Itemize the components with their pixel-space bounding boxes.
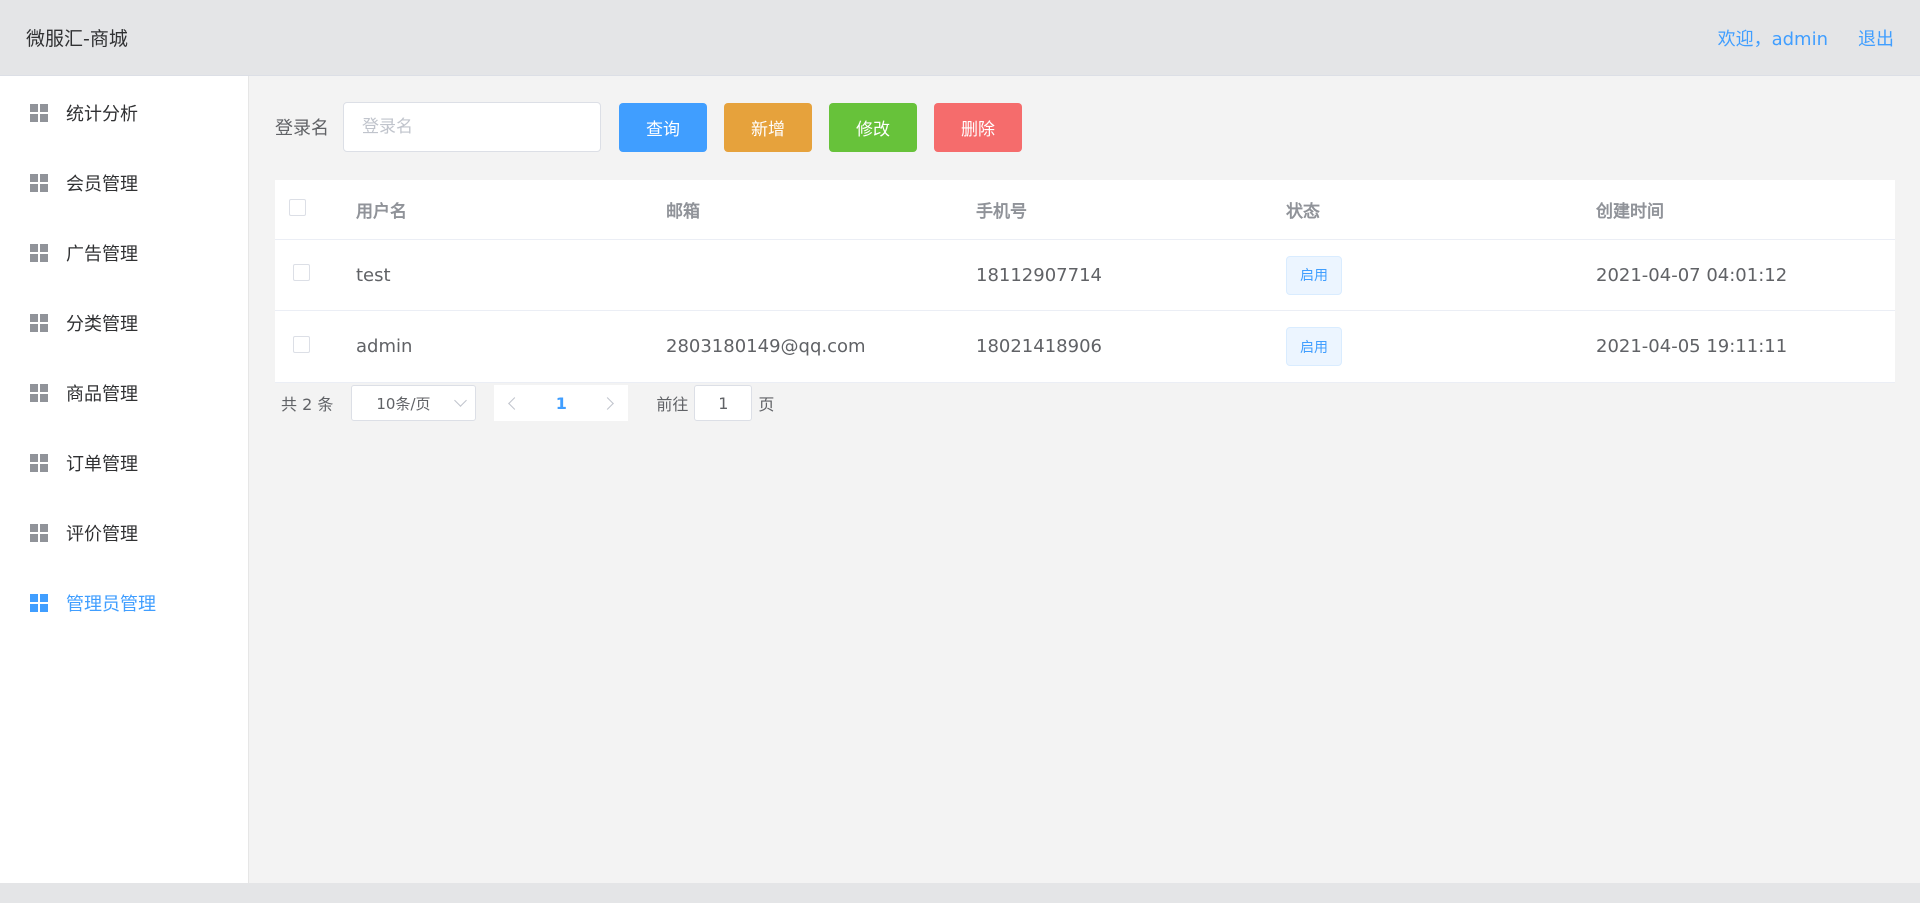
pager: 1 xyxy=(494,385,629,421)
column-header-status: 状态 xyxy=(1286,202,1320,222)
grid-icon xyxy=(30,244,48,262)
status-badge: 启用 xyxy=(1286,327,1342,366)
sidebar-item-ads[interactable]: 广告管理 xyxy=(0,218,248,288)
goto-suffix: 页 xyxy=(758,395,775,414)
sidebar-item-categories[interactable]: 分类管理 xyxy=(0,288,248,358)
column-header-created: 创建时间 xyxy=(1596,202,1664,222)
row-select-cell xyxy=(275,335,356,358)
sidebar-item-label: 广告管理 xyxy=(66,244,138,265)
sidebar-item-label: 分类管理 xyxy=(66,314,138,335)
sidebar-item-label: 订单管理 xyxy=(66,454,138,475)
cell-status: 启用 xyxy=(1286,327,1596,366)
sidebar-item-label: 评价管理 xyxy=(66,524,138,545)
login-name-label: 登录名 xyxy=(275,118,329,139)
welcome-user-link[interactable]: 欢迎，admin xyxy=(1718,25,1828,51)
edit-button[interactable]: 修改 xyxy=(829,102,917,152)
sidebar-item-label: 商品管理 xyxy=(66,384,138,405)
chevron-down-icon xyxy=(454,394,468,407)
logout-link[interactable]: 退出 xyxy=(1858,25,1894,51)
cell-phone: 18112907714 xyxy=(976,264,1102,286)
cell-phone: 18021418906 xyxy=(976,336,1102,357)
column-header-email: 邮箱 xyxy=(666,202,700,222)
page-size-value: 10条/页 xyxy=(376,394,431,413)
main-content: 登录名 查询 新增 修改 删除 用户名 邮箱 手机号 状态 创建时间 xyxy=(249,76,1920,883)
add-button[interactable]: 新增 xyxy=(724,102,812,152)
page-size-select[interactable]: 10条/页 xyxy=(351,385,477,421)
brand-title: 微服汇-商城 xyxy=(26,28,128,50)
app-root: 微服汇-商城 欢迎，admin 退出 统计分析 会员管理 广告管理 分类管理 商… xyxy=(0,0,1920,903)
goto-prefix: 前往 xyxy=(656,395,689,414)
goto-page-input[interactable] xyxy=(694,385,753,421)
page-jumper: 前往 页 xyxy=(656,385,774,421)
sidebar-item-orders[interactable]: 订单管理 xyxy=(0,428,248,498)
pagination-total: 共 2 条 xyxy=(281,395,334,414)
grid-icon xyxy=(30,454,48,472)
row-checkbox[interactable] xyxy=(293,264,310,281)
cell-created: 2021-04-07 04:01:12 xyxy=(1596,264,1788,286)
status-badge: 启用 xyxy=(1286,255,1342,295)
table-row[interactable]: admin 2803180149@qq.com 18021418906 启用 2… xyxy=(275,311,1895,382)
sidebar-item-label: 管理员管理 xyxy=(66,594,156,615)
chevron-right-icon[interactable] xyxy=(601,396,615,410)
column-header-phone: 手机号 xyxy=(976,202,1027,222)
sidebar-item-reviews[interactable]: 评价管理 xyxy=(0,498,248,568)
query-button[interactable]: 查询 xyxy=(619,102,707,152)
header-actions: 欢迎，admin 退出 xyxy=(1718,25,1894,51)
bottom-strip xyxy=(0,883,1920,903)
select-all-checkbox[interactable] xyxy=(289,198,306,216)
table-row[interactable]: test 18112907714 启用 2021-04-07 04:01:12 xyxy=(275,240,1895,311)
top-header: 微服汇-商城 欢迎，admin 退出 xyxy=(0,0,1920,76)
grid-icon xyxy=(30,104,48,122)
cell-status: 启用 xyxy=(1286,255,1596,295)
select-all-cell xyxy=(275,198,356,221)
sidebar-menu: 统计分析 会员管理 广告管理 分类管理 商品管理 订单管理 评价管理 管理员管理 xyxy=(0,76,249,883)
sidebar-item-label: 会员管理 xyxy=(66,174,138,195)
grid-icon xyxy=(30,524,48,542)
sidebar-item-label: 统计分析 xyxy=(66,104,138,125)
cell-email: 2803180149@qq.com xyxy=(666,336,866,357)
grid-icon xyxy=(30,174,48,192)
delete-button[interactable]: 删除 xyxy=(934,102,1022,152)
row-select-cell xyxy=(275,264,356,286)
admin-table: 用户名 邮箱 手机号 状态 创建时间 test 18112907714 启用 2… xyxy=(275,180,1895,383)
row-checkbox[interactable] xyxy=(293,335,310,353)
column-header-username: 用户名 xyxy=(356,202,407,222)
sidebar-item-members[interactable]: 会员管理 xyxy=(0,148,248,218)
sidebar-item-statistics[interactable]: 统计分析 xyxy=(0,78,248,148)
grid-icon xyxy=(30,594,48,612)
login-name-input[interactable] xyxy=(343,102,601,152)
current-page-number[interactable]: 1 xyxy=(556,394,567,413)
sidebar-item-products[interactable]: 商品管理 xyxy=(0,358,248,428)
grid-icon xyxy=(30,384,48,402)
chevron-left-icon[interactable] xyxy=(508,396,522,410)
cell-created: 2021-04-05 19:11:11 xyxy=(1596,336,1788,357)
search-toolbar: 登录名 查询 新增 修改 删除 xyxy=(275,102,1894,152)
table-header-row: 用户名 邮箱 手机号 状态 创建时间 xyxy=(275,180,1895,240)
grid-icon xyxy=(30,314,48,332)
cell-username: test xyxy=(356,264,391,286)
sidebar-item-admins[interactable]: 管理员管理 xyxy=(0,568,248,638)
cell-username: admin xyxy=(356,336,413,357)
pagination: 共 2 条 10条/页 1 前往 页 xyxy=(275,385,1894,421)
